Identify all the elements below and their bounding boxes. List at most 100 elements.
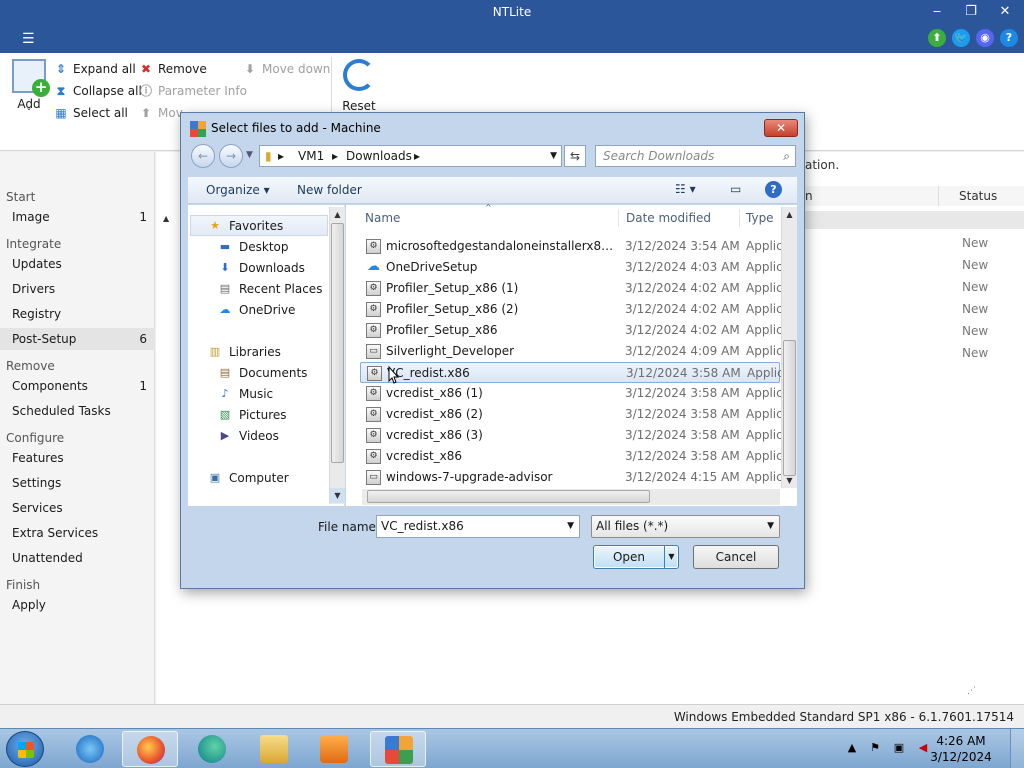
move-up-button[interactable]: ⬆ Mov (139, 104, 183, 122)
nav-recent-places[interactable]: ▤ Recent Places (217, 279, 323, 299)
taskbar-ie[interactable] (62, 731, 118, 767)
sidebar-item-post-setup[interactable]: Post-Setup 6 (0, 328, 155, 350)
status-column-header[interactable]: Status (938, 186, 1024, 206)
scroll-down-icon[interactable]: ▼ (782, 473, 797, 488)
sidebar-item-components[interactable]: Components 1 (0, 375, 155, 397)
minimize-button[interactable]: ‒ (922, 2, 952, 22)
file-type-select[interactable]: All files (*.*) ▼ (591, 515, 780, 538)
file-row[interactable]: ⚙ Profiler_Setup_x86 3/12/2024 4:02 AM Appl… (360, 320, 783, 341)
open-button[interactable]: Open ▼ (593, 545, 679, 569)
nav-scrollbar[interactable]: ▲ ▼ (329, 207, 345, 504)
taskbar-ntlite[interactable] (370, 731, 426, 767)
nav-videos[interactable]: ▶ Videos (217, 426, 279, 446)
taskbar-edge[interactable] (184, 731, 240, 767)
help-icon[interactable]: ? (1000, 29, 1018, 47)
file-row[interactable]: ☁ OneDriveSetup 3/12/2024 4:03 AM Applic (360, 257, 783, 278)
nav-pictures[interactable]: ▧ Pictures (217, 405, 287, 425)
sidebar-item-extra-services[interactable]: Extra Services (0, 522, 155, 544)
scroll-up-icon[interactable]: ▲ (330, 207, 345, 222)
scroll-up-icon[interactable]: ▲ (782, 207, 797, 222)
parameter-info-button[interactable]: ⓘ Parameter Info (139, 82, 247, 100)
file-row[interactable]: ⚙ vcredist_x86 3/12/2024 3:58 AM Applic (360, 446, 783, 467)
volume-muted-icon[interactable]: ◀ (916, 741, 930, 755)
nav-libraries[interactable]: ▥ Libraries (207, 342, 281, 362)
file-row[interactable]: ▭ Silverlight_Developer 3/12/2024 4:09 AM A… (360, 341, 783, 362)
search-input[interactable]: Search Downloads ⌕ (595, 145, 796, 167)
history-dropdown-icon[interactable]: ▼ (246, 150, 253, 160)
remove-button[interactable]: ✖ Remove (139, 60, 207, 78)
new-folder-button[interactable]: New folder (297, 183, 362, 197)
file-row[interactable]: ⚙ Profiler_Setup_x86 (2) 3/12/2024 4:02 AM… (360, 299, 783, 320)
column-name[interactable]: Name (365, 211, 400, 225)
refresh-button[interactable]: ⇆ (564, 145, 586, 167)
nav-music[interactable]: ♪ Music (217, 384, 273, 404)
file-hscrollbar[interactable] (362, 489, 780, 505)
scroll-down-icon[interactable]: ▼ (330, 488, 345, 503)
clock[interactable]: 4:26 AM 3/12/2024 (930, 733, 992, 765)
column-type[interactable]: Type (746, 211, 774, 225)
add-button[interactable]: + Add ˇ (8, 59, 50, 129)
taskbar-explorer[interactable] (246, 731, 302, 767)
update-arrow-icon[interactable]: ⬆ (928, 29, 946, 47)
cancel-button[interactable]: Cancel (693, 545, 779, 569)
reset-button[interactable]: Reset (340, 59, 378, 113)
flag-icon[interactable]: ⚑ (868, 741, 882, 755)
sidebar-item-apply[interactable]: Apply (0, 594, 155, 616)
show-hidden-icons[interactable]: ▲ (845, 741, 859, 755)
collapse-all-button[interactable]: ⧗ Collapse all (54, 82, 142, 100)
file-row[interactable]: ⚙ Profiler_Setup_x86 (1) 3/12/2024 4:02 AM… (360, 278, 783, 299)
address-dropdown-icon[interactable]: ▼ (550, 146, 557, 166)
taskbar-firefox[interactable] (122, 731, 178, 767)
file-row[interactable]: ⚙ vcredist_x86 (1) 3/12/2024 3:58 AM Applic (360, 383, 783, 404)
file-scroll-thumb[interactable] (783, 340, 796, 476)
organize-button[interactable]: Organize ▾ (206, 183, 270, 197)
expand-all-button[interactable]: ⇕ Expand all (54, 60, 136, 78)
crumb-vm1[interactable]: VM1 (298, 146, 324, 166)
file-row[interactable]: ⚙ vcredist_x86 (2) 3/12/2024 3:58 AM Applic (360, 404, 783, 425)
file-name-input[interactable]: VC_redist.x86 ▼ (376, 515, 580, 538)
taskbar-media-player[interactable] (306, 731, 362, 767)
sidebar-item-services[interactable]: Services (0, 497, 155, 519)
crumb-downloads[interactable]: Downloads (346, 146, 412, 166)
select-all-button[interactable]: ▦ Select all (54, 104, 128, 122)
file-scrollbar[interactable]: ▲ ▼ (781, 207, 797, 488)
nav-desktop[interactable]: ▬ Desktop (217, 237, 289, 257)
file-row[interactable]: ⚙ VC_redist.x86 3/12/2024 3:58 AM Applic (360, 362, 784, 383)
show-desktop-button[interactable] (1010, 729, 1024, 768)
close-button[interactable]: ✕ (990, 2, 1020, 22)
nav-computer[interactable]: ▣ Computer (207, 468, 289, 488)
sidebar-item-image[interactable]: Image 1 (0, 206, 155, 228)
column-date-modified[interactable]: Date modified (626, 211, 711, 225)
nav-downloads[interactable]: ⬇ Downloads (217, 258, 305, 278)
start-button[interactable] (6, 731, 44, 767)
sidebar-item-settings[interactable]: Settings (0, 472, 155, 494)
move-down-button[interactable]: ⬇ Move down (243, 60, 330, 78)
dialog-close-button[interactable]: ✕ (764, 119, 798, 137)
nav-scroll-thumb[interactable] (331, 223, 344, 463)
collapse-caret-icon[interactable]: ▲ (163, 214, 169, 223)
file-row[interactable]: ⚙ vcredist_x86 (3) 3/12/2024 3:58 AM Applic (360, 425, 783, 446)
nav-favorites[interactable]: ★ Favorites (207, 216, 283, 236)
forward-button[interactable]: → (219, 144, 243, 168)
sidebar-item-drivers[interactable]: Drivers (0, 278, 155, 300)
open-dropdown-icon[interactable]: ▼ (664, 546, 678, 568)
resize-grip[interactable]: ⋰ (967, 685, 979, 697)
sidebar-item-features[interactable]: Features (0, 447, 155, 469)
twitter-icon[interactable]: 🐦 (952, 29, 970, 47)
address-bar[interactable]: ▮ ▸ VM1 ▸ Downloads ▸ ▼ (259, 145, 562, 167)
maximize-button[interactable]: ❐ (956, 2, 986, 22)
preview-pane-button[interactable]: ▭ (730, 182, 741, 196)
chevron-down-icon[interactable]: ▼ (567, 516, 574, 537)
nav-onedrive[interactable]: ☁ OneDrive (217, 300, 296, 320)
file-row[interactable]: ▭ windows-7-upgrade-advisor 3/12/2024 4:15… (360, 467, 783, 488)
back-button[interactable]: ← (191, 144, 215, 168)
discord-icon[interactable]: ◉ (976, 29, 994, 47)
sidebar-item-unattended[interactable]: Unattended (0, 547, 155, 569)
sidebar-item-updates[interactable]: Updates (0, 253, 155, 275)
menu-icon[interactable]: ☰ (22, 31, 42, 47)
file-row[interactable]: ⚙ microsoftedgestandaloneinstallerx86_179… (360, 236, 783, 257)
file-hscroll-thumb[interactable] (367, 490, 650, 503)
network-icon[interactable]: ▣ (892, 741, 906, 755)
sidebar-item-scheduled-tasks[interactable]: Scheduled Tasks (0, 400, 155, 422)
help-button[interactable]: ? (765, 181, 782, 198)
